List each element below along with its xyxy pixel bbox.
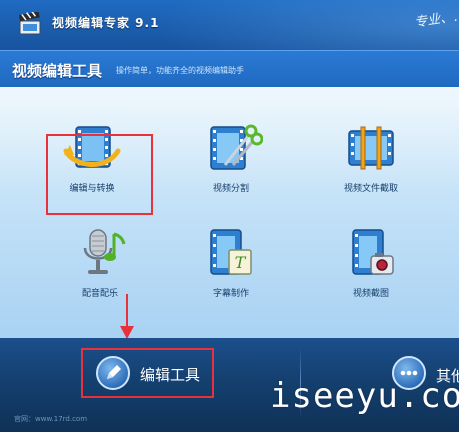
annotation-highlight-box-nav [81,348,214,398]
film-scissors-icon [210,124,263,170]
tool-label: 字幕制作 [212,289,249,299]
tool-screenshot[interactable]: 视频截图 [316,226,426,306]
section-title: 视频编辑工具 [12,62,103,80]
website-watermark: 官网：www.17rd.com [14,415,88,423]
tool-subtitle[interactable]: T 字幕制作 [176,226,286,306]
app-window: 视频编辑专家 9.1 专业、… 视频编辑工具 操作简单，功能齐全的视频编辑助手 … [0,0,459,432]
svg-text:T: T [235,253,247,272]
tool-label: 视频分割 [212,184,249,194]
annotation-arrow-icon [120,294,134,339]
title-bar: 视频编辑专家 9.1 专业、… [0,0,459,80]
tool-video-trim[interactable]: 视频文件截取 [316,121,426,201]
section-subtitle: 操作简单，功能齐全的视频编辑助手 [116,66,244,75]
clapperboard-icon [18,12,41,35]
brand-watermark: iseeyu.com [270,376,459,416]
tool-video-split[interactable]: 视频分割 [176,121,286,201]
annotation-highlight-box [46,134,153,215]
film-trim-icon [348,126,394,170]
tool-label: 视频截图 [352,289,389,299]
tool-label: 视频文件截取 [343,184,398,194]
microphone-music-icon [83,229,126,274]
section-header: 视频编辑工具 操作简单，功能齐全的视频编辑助手 [0,50,459,88]
film-subtitle-icon: T [210,229,252,275]
film-camera-icon [352,229,394,275]
app-title: 视频编辑专家 9.1 [52,16,160,30]
